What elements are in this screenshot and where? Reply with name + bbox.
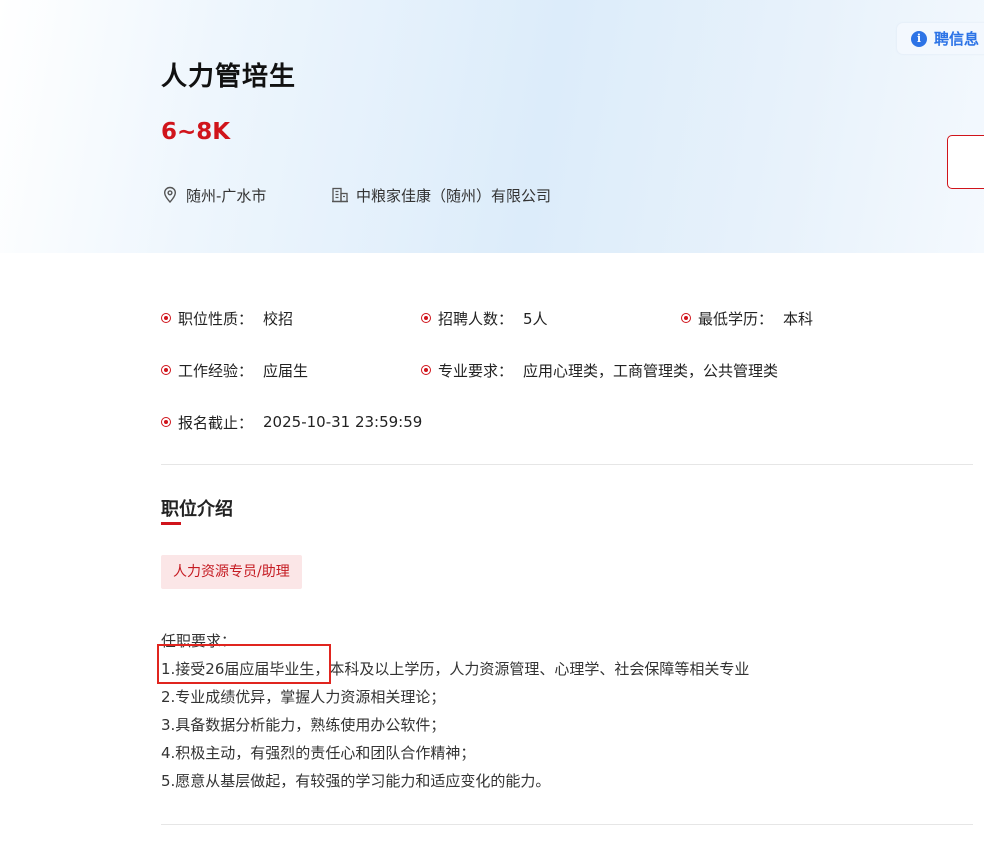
description-line: 3.具备数据分析能力，熟练使用办公软件； [161,716,446,734]
job-title: 人力管培生 [161,62,297,92]
bullet-icon [421,365,431,375]
section-title: 职位介绍 [161,499,233,520]
attribute-deadline: 报名截止： 2025-10-31 23:59:59 [161,411,422,433]
attribute-experience: 工作经验： 应届生 [161,359,308,381]
attribute-value: 应用心理类，工商管理类，公共管理类 [523,361,779,380]
attribute-major: 专业要求： 应用心理类，工商管理类，公共管理类 [421,359,778,381]
divider [161,464,973,465]
attribute-value: 本科 [783,309,814,328]
bullet-icon [681,313,691,323]
location-text: 随州-广水市 [186,186,267,205]
apply-button[interactable] [947,135,984,189]
attribute-value: 校招 [263,309,294,328]
description-line: 4.积极主动，有强烈的责任心和团队合作精神； [161,744,476,762]
job-location: 随州-广水市 [161,184,266,206]
attribute-label: 职位性质： [178,309,254,328]
job-category-tag: 人力资源专员/助理 [161,555,302,589]
attribute-label: 招聘人数： [438,309,514,328]
attribute-label: 专业要求： [438,361,514,380]
attribute-value: 5人 [523,309,548,328]
section-title-underline [161,522,181,525]
attribute-label: 最低学历： [698,309,774,328]
description-line: 5.愿意从基层做起，有较强的学习能力和适应变化的能力。 [161,772,551,790]
attribute-value: 2025-10-31 23:59:59 [263,413,423,431]
attribute-label: 工作经验： [178,361,254,380]
highlight-annotation-box [157,644,331,684]
recruit-info-label[interactable]: 聘信息 [934,28,979,49]
building-icon [331,186,349,204]
bullet-icon [161,365,171,375]
recruit-info-badge[interactable]: i 聘信息 [897,23,984,54]
bullet-icon [421,313,431,323]
company-name[interactable]: 中粮家佳康（随州）有限公司 [356,185,551,206]
attribute-job-type: 职位性质： 校招 [161,307,293,329]
info-icon: i [911,30,927,47]
attribute-education: 最低学历： 本科 [681,307,813,329]
company-info[interactable]: 中粮家佳康（随州）有限公司 [331,184,551,206]
location-pin-icon [161,186,179,204]
bullet-icon [161,313,171,323]
bullet-icon [161,417,171,427]
salary: 6~8K [161,119,231,145]
description-line: 2.专业成绩优异，掌握人力资源相关理论； [161,688,446,706]
divider [161,824,973,825]
attribute-value: 应届生 [263,361,309,380]
job-header [0,0,984,253]
attribute-headcount: 招聘人数： 5人 [421,307,548,329]
attribute-label: 报名截止： [178,413,254,432]
